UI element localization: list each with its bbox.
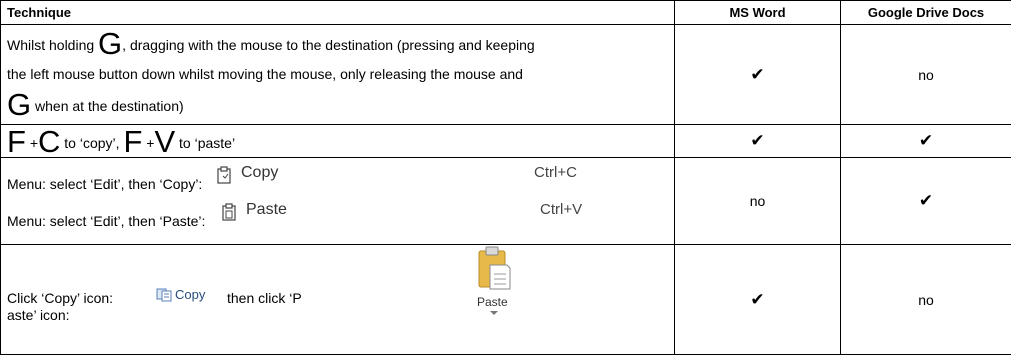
row1-line1: Whilst holding G, dragging with the mous… xyxy=(7,28,668,60)
row1-line3-text: when at the destination) xyxy=(31,98,184,114)
key-c: C xyxy=(38,124,60,159)
menu-paste-line: Menu: select ‘Edit’, then ‘Paste’: Paste… xyxy=(7,201,668,238)
shortcut-ctrl-c: Ctrl+C xyxy=(534,164,577,181)
row1-line3: G when at the destination) xyxy=(7,89,668,121)
key-f: F xyxy=(7,124,26,159)
table-row: Menu: select ‘Edit’, then ‘Copy’: Copy C… xyxy=(1,158,1011,245)
table-row: Whilst holding G, dragging with the mous… xyxy=(1,25,1011,125)
copy-icon xyxy=(156,288,173,302)
technique-cell: Whilst holding G, dragging with the mous… xyxy=(1,25,675,125)
key-g: G xyxy=(7,87,31,122)
menu-copy-label: Menu: select ‘Edit’, then ‘Copy’: xyxy=(7,176,202,192)
ribbon-instructions: Click ‘Copy’ icon: Copy then click ‘P as… xyxy=(7,246,668,354)
row1-text: , dragging with the mouse to the destina… xyxy=(122,37,535,53)
google-docs-cell: ✔ xyxy=(841,158,1011,245)
menu-item-paste: Paste xyxy=(246,201,287,219)
key-g: G xyxy=(98,26,122,61)
ribbon-line2: aste’ icon: xyxy=(7,307,467,323)
ms-word-cell: ✔ xyxy=(675,245,841,355)
ms-word-cell: ✔ xyxy=(675,25,841,125)
header-ms-word: MS Word xyxy=(675,1,841,25)
paste-text: to ‘paste’ xyxy=(175,135,235,151)
header-google-docs: Google Drive Docs xyxy=(841,1,1011,25)
key-f: F xyxy=(123,124,142,159)
shortcut-ctrl-v: Ctrl+V xyxy=(540,201,582,218)
ribbon-text-block: Click ‘Copy’ icon: Copy then click ‘P as… xyxy=(7,287,467,323)
row1-line2: the left mouse button down whilst moving… xyxy=(7,60,668,89)
copy-text: to ‘copy’, xyxy=(60,135,123,151)
key-v: V xyxy=(154,124,175,159)
click-copy-label: Click ‘Copy’ icon: xyxy=(7,290,113,306)
clipboard-icon xyxy=(222,203,236,221)
copy-icon-label: Copy xyxy=(175,287,205,302)
menu-copy-line: Menu: select ‘Edit’, then ‘Copy’: Copy C… xyxy=(7,164,668,201)
menu-item-copy: Copy xyxy=(241,164,278,182)
table-row: F +C to ‘copy’, F +V to ‘paste’ ✔ ✔ xyxy=(1,125,1011,158)
ms-word-cell: ✔ xyxy=(675,125,841,158)
technique-cell: F +C to ‘copy’, F +V to ‘paste’ xyxy=(1,125,675,158)
paste-icon-label: Paste xyxy=(477,295,508,309)
google-docs-cell: ✔ xyxy=(841,125,1011,158)
plus-sign: + xyxy=(142,135,154,151)
dropdown-arrow-icon xyxy=(490,311,498,315)
header-technique: Technique xyxy=(1,1,675,25)
plus-sign: + xyxy=(26,135,38,151)
ms-word-cell: no xyxy=(675,158,841,245)
google-docs-cell: no xyxy=(841,25,1011,125)
clipboard-icon xyxy=(217,166,231,184)
techniques-table: Technique MS Word Google Drive Docs Whil… xyxy=(0,0,1011,355)
menu-paste-label: Menu: select ‘Edit’, then ‘Paste’: xyxy=(7,213,205,229)
header-row: Technique MS Word Google Drive Docs xyxy=(1,1,1011,25)
row1-prefix: Whilst holding xyxy=(7,37,98,53)
paste-clipboard-icon xyxy=(477,245,511,291)
technique-cell: Menu: select ‘Edit’, then ‘Copy’: Copy C… xyxy=(1,158,675,245)
google-docs-cell: no xyxy=(841,245,1011,355)
ribbon-line1: Click ‘Copy’ icon: Copy then click ‘P xyxy=(7,287,467,307)
table-row: Click ‘Copy’ icon: Copy then click ‘P as… xyxy=(1,245,1011,355)
technique-cell: Click ‘Copy’ icon: Copy then click ‘P as… xyxy=(1,245,675,355)
then-click-label: then click ‘P xyxy=(227,290,302,306)
